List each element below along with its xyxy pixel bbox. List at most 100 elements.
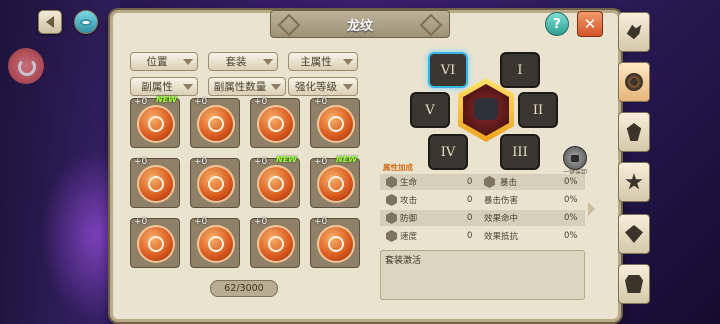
- rune-slot[interactable]: +0: [190, 157, 240, 208]
- tab-flower[interactable]: [618, 62, 650, 102]
- rune-slot[interactable]: +0: [250, 97, 300, 148]
- inventory-count: 62/3000: [210, 280, 278, 297]
- dial-slot-vi[interactable]: VI: [428, 52, 468, 88]
- filter-enhance-level[interactable]: 强化等级: [288, 77, 358, 96]
- chevron-down-icon: [263, 59, 273, 65]
- dial-slot-iv[interactable]: IV: [428, 134, 468, 170]
- stat-value: 0: [467, 231, 473, 241]
- stat-value: 0%: [564, 231, 578, 241]
- dial-slot-v[interactable]: V: [410, 92, 450, 128]
- rune-slot[interactable]: +0: [310, 97, 360, 148]
- stat-label: 效果抵抗: [484, 232, 519, 242]
- set-bonus-box: 套装激活: [380, 250, 585, 300]
- rune-slot[interactable]: +0: [250, 217, 300, 268]
- tab-crystal[interactable]: [618, 214, 650, 254]
- title-bar: 龙纹: [270, 10, 450, 38]
- rune-icon: [257, 225, 295, 263]
- filter-label: 副属性数量: [213, 81, 267, 93]
- title-ornament-left: [277, 13, 301, 37]
- filter-label: 主属性: [300, 56, 332, 68]
- rune-icon: [257, 105, 295, 143]
- stats-table: 生命 0 暴击 0% 攻击 0 暴击伤害 0% 防御 0 效果命中 0% 速度 …: [380, 168, 585, 248]
- tab-armor[interactable]: [618, 264, 650, 304]
- back-button[interactable]: [38, 10, 62, 34]
- rune-dial: VI I V II IV III: [410, 48, 570, 176]
- tab-dragon-crest[interactable]: [618, 112, 650, 152]
- chevron-down-icon: [343, 84, 353, 90]
- rune-icon: [197, 165, 235, 203]
- speed-icon: [386, 230, 397, 242]
- dial-slot-ii[interactable]: II: [518, 92, 558, 128]
- stat-value: 0%: [564, 213, 578, 223]
- hero-dragon-icon: [474, 98, 498, 120]
- rune-slot[interactable]: +0: [310, 217, 360, 268]
- dial-slot-label: IV: [440, 144, 456, 160]
- expand-arrow-icon[interactable]: [588, 202, 595, 216]
- rune-slot[interactable]: +0 NEW: [250, 155, 300, 208]
- rune-slot[interactable]: +0: [190, 97, 240, 148]
- rune-slot[interactable]: +0 NEW: [310, 155, 360, 208]
- dial-slot-i[interactable]: I: [500, 52, 540, 88]
- armor-icon: [625, 275, 643, 293]
- dial-slot-label: I: [517, 62, 523, 78]
- refresh-button[interactable]: [8, 48, 44, 84]
- stat-value: 0%: [564, 195, 578, 205]
- enhance-level: +0: [314, 217, 328, 227]
- eye-icon: [80, 18, 92, 26]
- dial-slot-iii[interactable]: III: [500, 134, 540, 170]
- stat-value: 0: [467, 213, 473, 223]
- rune-slot[interactable]: +0: [130, 217, 180, 268]
- stat-label: 生命: [400, 178, 418, 188]
- filter-set[interactable]: 套装: [208, 52, 278, 71]
- lock-icon: [571, 155, 579, 162]
- page-title: 龙纹: [346, 18, 373, 34]
- stat-row: 攻击 0 暴击伤害 0%: [380, 192, 585, 208]
- rune-icon: [137, 165, 175, 203]
- enhance-level: +0: [134, 217, 148, 227]
- enhance-level: +0: [194, 217, 208, 227]
- enhance-level: +0: [254, 97, 268, 107]
- stat-label: 速度: [400, 232, 418, 242]
- enhance-level: +0: [134, 157, 148, 167]
- enhance-level: +0: [254, 217, 268, 227]
- rune-icon: [317, 105, 355, 143]
- rune-icon: [137, 225, 175, 263]
- tab-dragon[interactable]: [618, 12, 650, 52]
- chevron-down-icon: [183, 84, 193, 90]
- enhance-level: +0: [254, 157, 268, 167]
- stat-row: 速度 0 效果抵抗 0%: [380, 228, 585, 244]
- new-badge: NEW: [336, 155, 357, 164]
- filter-sub-stat-count[interactable]: 副属性数量: [208, 77, 286, 96]
- filter-sub-stat[interactable]: 副属性: [130, 77, 198, 96]
- close-icon: ✕: [583, 15, 597, 33]
- filter-main-stat[interactable]: 主属性: [288, 52, 358, 71]
- stat-label: 攻击: [400, 196, 418, 206]
- tab-gear-star[interactable]: [618, 162, 650, 202]
- stat-value: 0%: [564, 177, 578, 187]
- enhance-level: +0: [134, 97, 148, 107]
- set-bonus-label: 套装激活: [385, 256, 422, 266]
- question-icon: ?: [553, 16, 561, 32]
- chevron-down-icon: [343, 59, 353, 65]
- enhance-level: +0: [194, 97, 208, 107]
- dial-slot-label: II: [532, 102, 544, 118]
- crit-icon: [484, 176, 495, 188]
- rune-icon: [197, 105, 235, 143]
- stat-label: 暴击伤害: [484, 196, 519, 206]
- filter-position[interactable]: 位置: [130, 52, 198, 71]
- rune-slot[interactable]: +0 NEW: [130, 95, 180, 148]
- health-icon: [386, 176, 397, 188]
- close-button[interactable]: ✕: [577, 11, 603, 37]
- dragon-crest-icon: [626, 123, 642, 141]
- help-button[interactable]: ?: [545, 12, 569, 36]
- filter-label: 位置: [146, 56, 168, 68]
- rune-slot[interactable]: +0: [190, 217, 240, 268]
- dial-slot-label: III: [512, 144, 528, 160]
- rune-icon: [257, 165, 295, 203]
- attack-icon: [386, 194, 397, 206]
- rune-slot[interactable]: +0: [130, 157, 180, 208]
- view-toggle-button[interactable]: [74, 10, 98, 34]
- rune-icon: [197, 225, 235, 263]
- new-badge: NEW: [276, 155, 297, 164]
- flower-icon: [625, 73, 643, 91]
